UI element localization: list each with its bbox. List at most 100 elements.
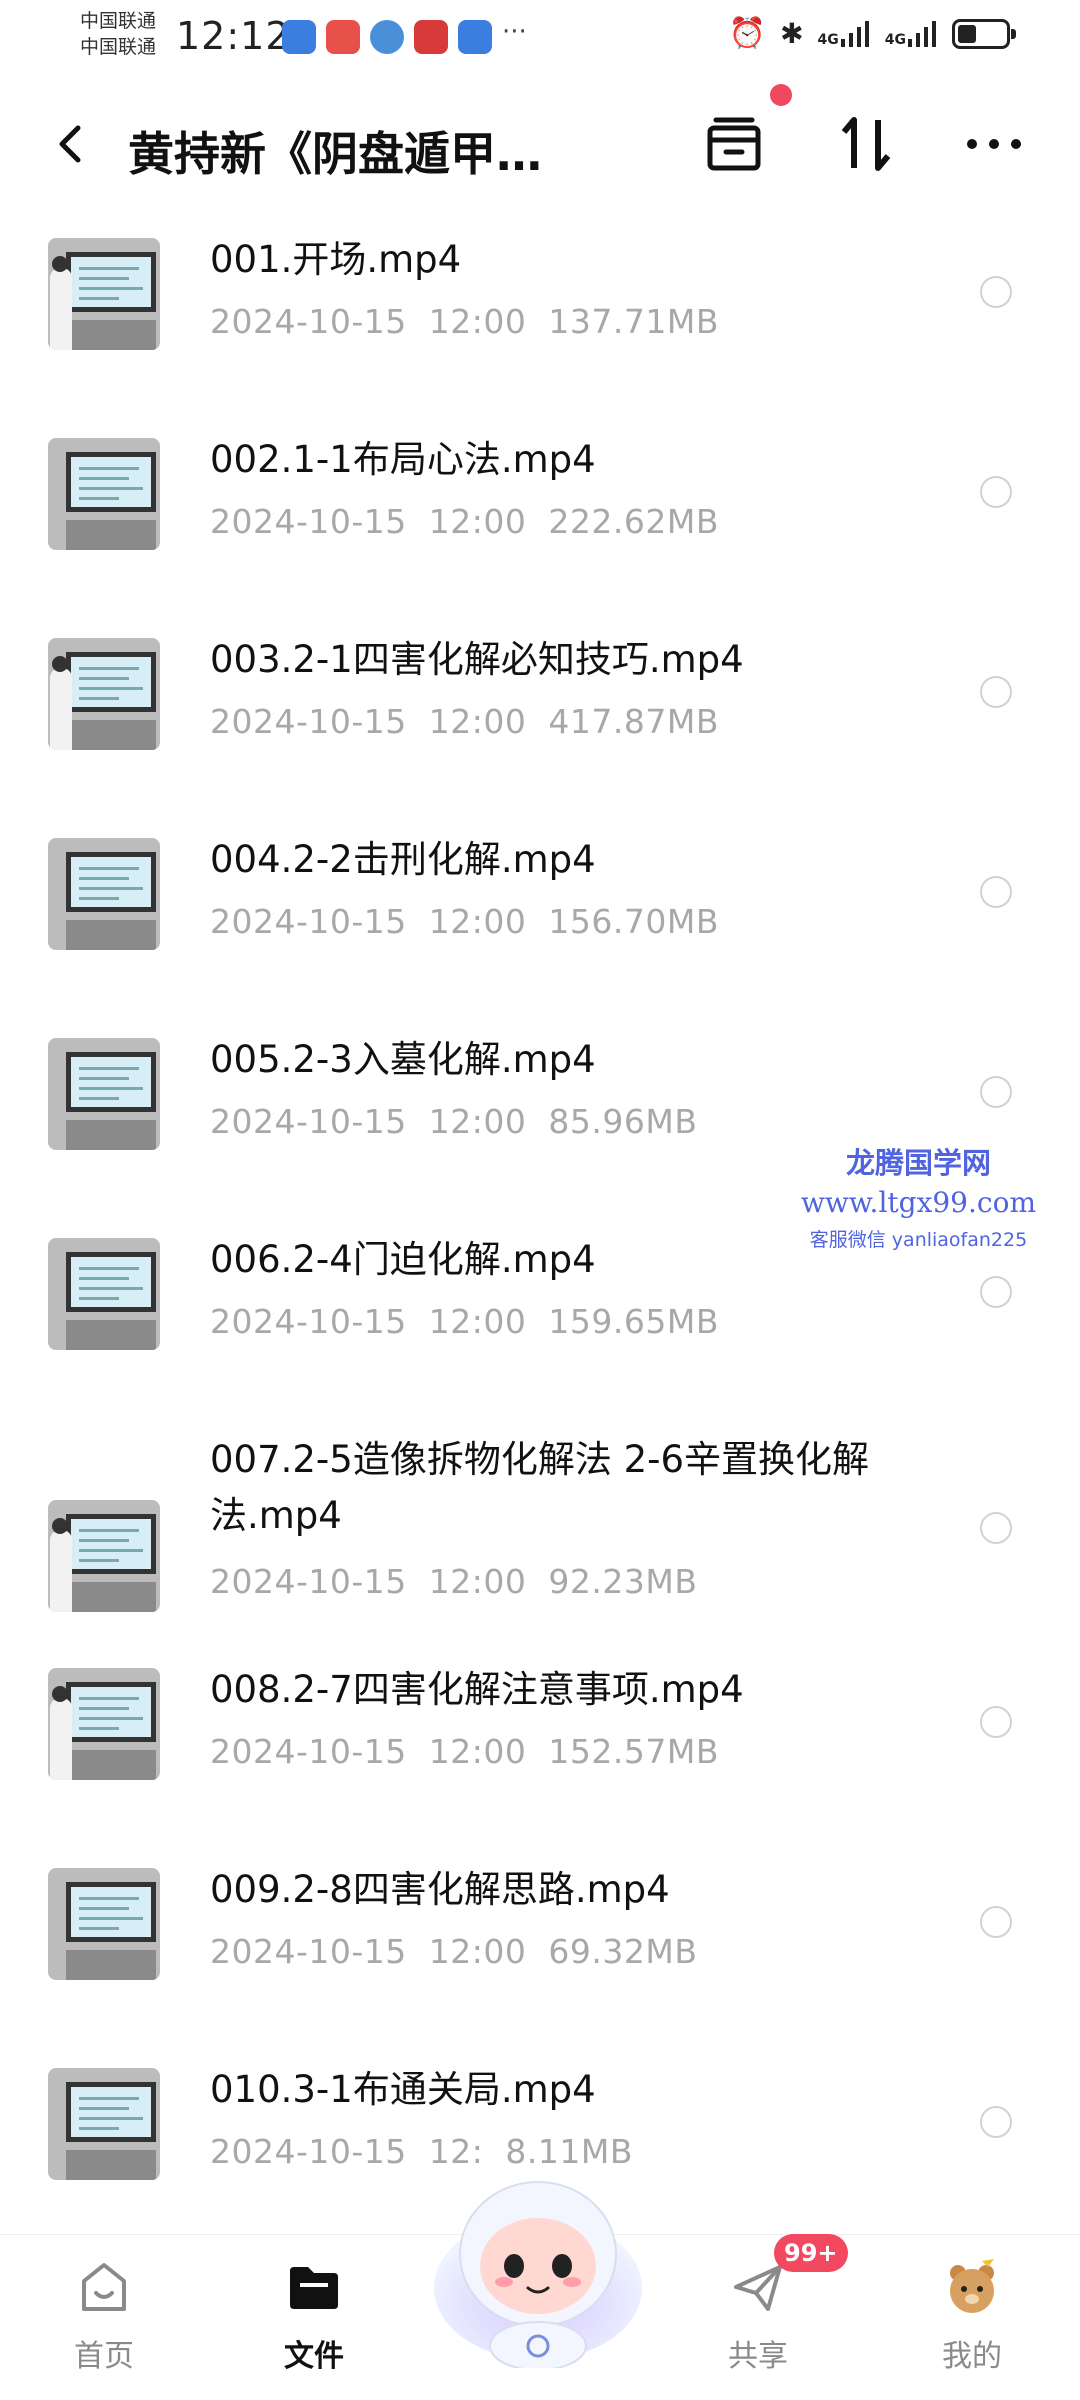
network-type-1: 4G [817,31,839,48]
app-notification-icon [414,20,448,54]
video-thumbnail [48,438,160,550]
file-name: 010.3-1布通关局.mp4 [210,2068,596,2111]
file-name: 008.2-7四害化解注意事项.mp4 [210,1668,744,1711]
file-meta: 2024-10-15 12: 8.11MB [210,2132,633,2171]
carrier-labels: 中国联通 中国联通 [80,8,156,60]
watermark-line-2: www.ltgx99.com [800,1186,1036,1219]
select-radio[interactable] [980,1276,1012,1308]
file-date: 2024-10-15 [210,1732,407,1771]
file-size: 92.23MB [548,1562,698,1601]
file-time: 12:00 [428,502,527,541]
file-name: 005.2-3入墓化解.mp4 [210,1038,596,1081]
nav-files[interactable]: 文件 [254,2257,374,2375]
back-icon[interactable] [48,116,92,172]
video-thumbnail [48,838,160,950]
file-name: 003.2-1四害化解必知技巧.mp4 [210,638,744,681]
folder-icon [290,2267,338,2309]
file-row[interactable]: 002.1-1布局心法.mp4 2024-10-15 12:00 222.62MB [0,420,1080,620]
file-name: 001.开场.mp4 [210,238,462,281]
file-row[interactable]: 001.开场.mp4 2024-10-15 12:00 137.71MB [0,220,1080,420]
file-time: 12: [428,2132,484,2171]
status-bar: 中国联通 中国联通 12:12 ··· ⏰ ✱ 4G 4G [0,0,1080,78]
video-thumbnail [48,2068,160,2180]
watermark: 龙腾国学网 www.ltgx99.com 客服微信 yanliaofan225 [801,1140,1036,1252]
battery-icon [952,18,1016,49]
app-notification-icon [370,20,404,54]
app-notification-icon [326,20,360,54]
select-radio[interactable] [980,276,1012,308]
transfer-list-icon[interactable] [698,108,770,180]
file-date: 2024-10-15 [210,1932,407,1971]
file-size: 152.57MB [548,1732,719,1771]
file-meta: 2024-10-15 12:00 156.70MB [210,902,719,941]
nav-home[interactable]: 首页 [44,2257,164,2375]
network-type-2: 4G [884,31,906,48]
nav-share-label: 共享 [728,2339,788,2374]
top-app-bar: 黄持新《阴盘遁甲… [0,78,1080,218]
nav-home-label: 首页 [74,2339,134,2374]
file-row[interactable]: 008.2-7四害化解注意事项.mp4 2024-10-15 12:00 152.57… [0,1650,1080,1850]
more-options-icon[interactable] [958,108,1030,180]
notification-icons: ··· [282,19,527,54]
file-date: 2024-10-15 [210,502,407,541]
select-radio[interactable] [980,1906,1012,1938]
select-radio[interactable] [980,876,1012,908]
file-size: 159.65MB [548,1302,719,1341]
ai-assistant-button[interactable] [428,2168,648,2371]
carrier-2: 中国联通 [80,36,157,58]
file-time: 12:00 [428,1562,527,1601]
file-meta: 2024-10-15 12:00 417.87MB [210,702,719,741]
file-name: 002.1-1布局心法.mp4 [210,438,596,481]
video-thumbnail [48,1238,160,1350]
video-thumbnail [48,1668,160,1780]
select-radio[interactable] [980,2106,1012,2138]
file-meta: 2024-10-15 12:00 152.57MB [210,1732,719,1771]
file-size: 85.96MB [548,1102,698,1141]
file-meta: 2024-10-15 12:00 137.71MB [210,302,719,341]
video-thumbnail [48,238,160,350]
carrier-1: 中国联通 [80,10,157,32]
file-date: 2024-10-15 [210,302,407,341]
alarm-icon: ⏰ [728,16,767,51]
select-radio[interactable] [980,676,1012,708]
sort-icon[interactable] [830,108,902,180]
file-size: 69.32MB [548,1932,698,1971]
file-time: 12:00 [428,1102,527,1141]
watermark-line-1: 龙腾国学网 [845,1146,991,1180]
video-thumbnail [48,1038,160,1150]
select-radio[interactable] [980,1076,1012,1108]
select-radio[interactable] [980,1512,1012,1544]
nav-mine[interactable]: 我的 [912,2257,1032,2375]
signal-2-icon: 4G [884,20,938,48]
file-time: 12:00 [428,702,527,741]
page-title: 黄持新《阴盘遁甲… [128,127,542,181]
file-meta: 2024-10-15 12:00 159.65MB [210,1302,719,1341]
file-name: 007.2-5造像拆物化解法 2-6辛置换化解法.mp4 [210,1438,870,1537]
file-size: 417.87MB [548,702,719,741]
select-radio[interactable] [980,1706,1012,1738]
file-row[interactable]: 009.2-8四害化解思路.mp4 2024-10-15 12:00 69.32MB [0,1850,1080,2050]
home-icon [82,2263,126,2311]
video-thumbnail [48,1500,160,1612]
avatar [950,2259,994,2313]
bluetooth-icon: ✱ [780,17,804,50]
file-meta: 2024-10-15 12:00 85.96MB [210,1102,697,1141]
nav-files-label: 文件 [284,2339,344,2374]
battery-level [958,24,976,43]
file-meta: 2024-10-15 12:00 92.23MB [210,1562,697,1601]
file-row[interactable]: 004.2-2击刑化解.mp4 2024-10-15 12:00 156.70MB [0,820,1080,1020]
file-meta: 2024-10-15 12:00 222.62MB [210,502,719,541]
file-size: 222.62MB [548,502,719,541]
file-time: 12:00 [428,302,527,341]
file-meta: 2024-10-15 12:00 69.32MB [210,1932,697,1971]
file-date: 2024-10-15 [210,902,407,941]
signal-1-icon: 4G [817,20,871,48]
file-date: 2024-10-15 [210,2132,407,2171]
file-row[interactable]: 007.2-5造像拆物化解法 2-6辛置换化解法.mp4 2024-10-15 12… [0,1420,1080,1650]
file-time: 12:00 [428,1732,527,1771]
nav-share[interactable]: 共享 [698,2257,818,2375]
select-radio[interactable] [980,476,1012,508]
watermark-line-3: 客服微信 yanliaofan225 [809,1229,1028,1251]
file-date: 2024-10-15 [210,1302,407,1341]
file-row[interactable]: 003.2-1四害化解必知技巧.mp4 2024-10-15 12:00 417.87… [0,620,1080,820]
